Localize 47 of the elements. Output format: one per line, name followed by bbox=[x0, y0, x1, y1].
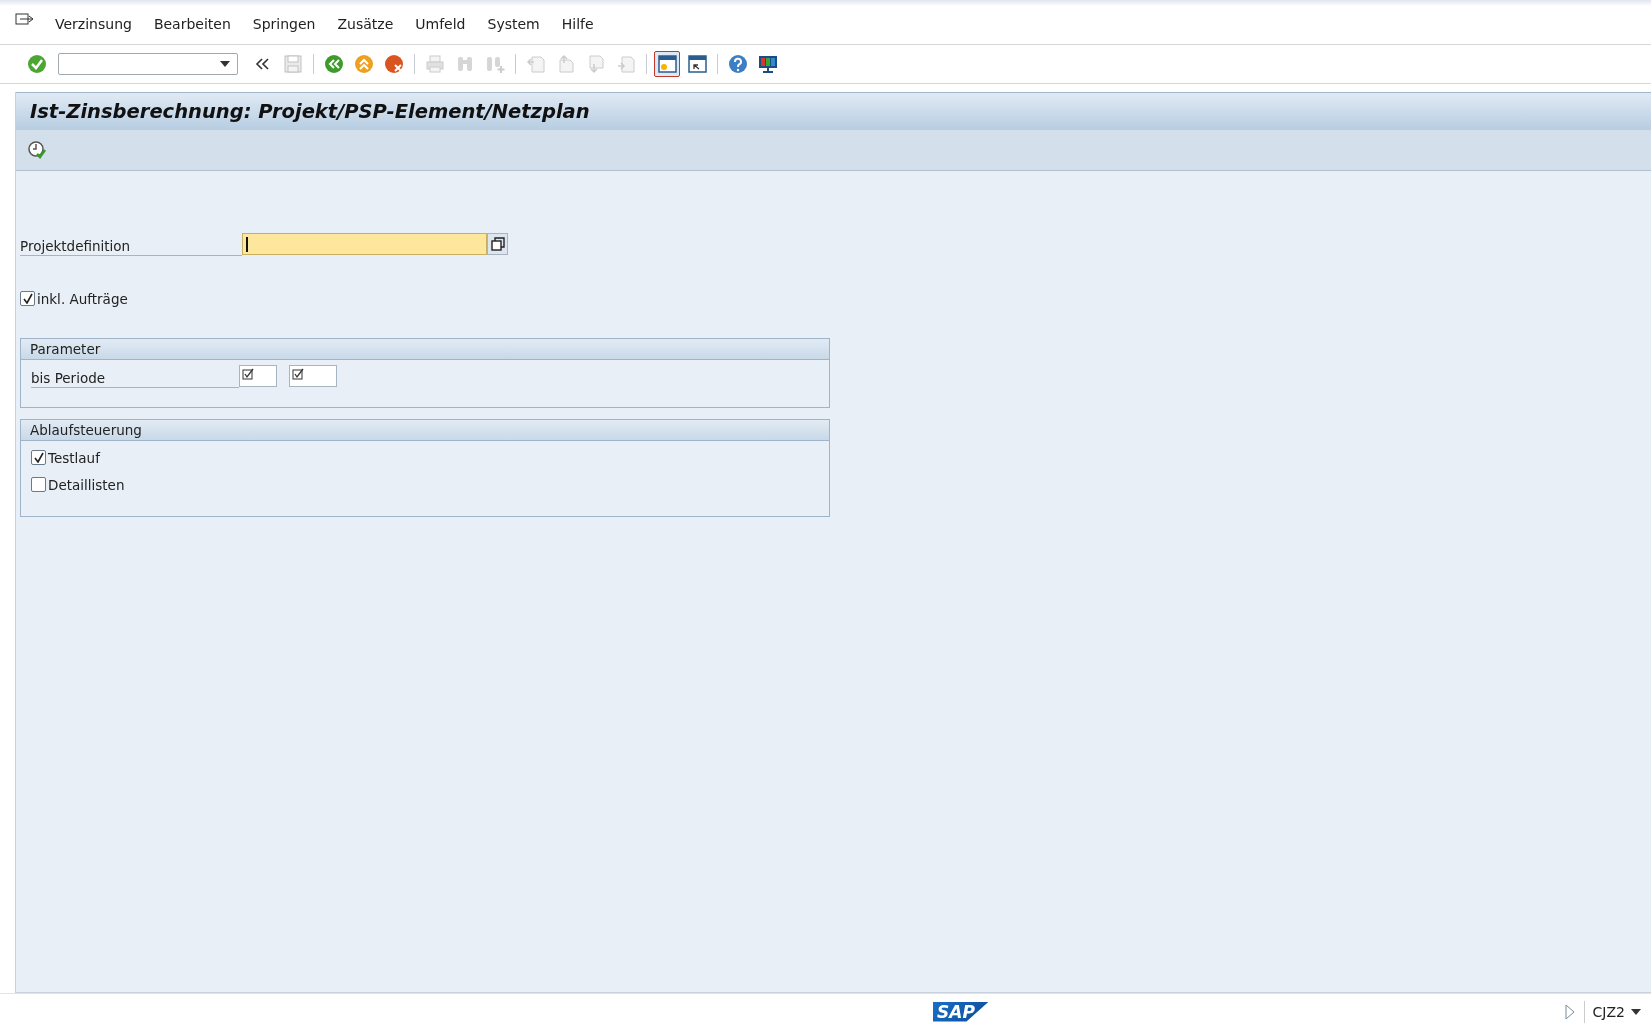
previous-page-icon bbox=[556, 54, 576, 74]
menu-item[interactable]: Verzinsung bbox=[55, 16, 132, 32]
clock-check-icon bbox=[27, 140, 47, 160]
field-label: Projektdefinition bbox=[20, 232, 242, 256]
next-page-icon bbox=[586, 54, 606, 74]
transaction-code[interactable]: CJZ2 bbox=[1592, 1003, 1625, 1020]
menu-item[interactable]: System bbox=[487, 16, 540, 32]
menu-item[interactable]: Zusätze bbox=[337, 16, 394, 32]
group-title: Parameter bbox=[30, 341, 101, 357]
field-label: bis Periode bbox=[31, 364, 239, 388]
dropdown-icon bbox=[219, 60, 231, 68]
input-field[interactable] bbox=[239, 365, 277, 387]
checkbox[interactable] bbox=[31, 477, 46, 492]
command-field[interactable] bbox=[58, 53, 238, 75]
menu-item[interactable]: Hilfe bbox=[561, 16, 594, 32]
cancel-icon bbox=[384, 54, 404, 74]
help-icon bbox=[728, 54, 748, 74]
checkbox-label: Testlauf bbox=[48, 449, 100, 466]
checkmark-icon bbox=[33, 452, 44, 463]
new-window-button[interactable] bbox=[654, 51, 680, 77]
menu-item[interactable]: Bearbeiten bbox=[153, 16, 231, 32]
exit-icon bbox=[354, 54, 374, 74]
value-help-icon bbox=[490, 237, 505, 251]
value-help-button[interactable] bbox=[487, 233, 508, 255]
dropdown-icon bbox=[1631, 1008, 1641, 1015]
new-window-icon bbox=[657, 54, 677, 74]
first-page-icon bbox=[526, 54, 546, 74]
sap-logo: SAP bbox=[933, 1001, 989, 1022]
menu-item[interactable]: Springen bbox=[252, 16, 316, 32]
checkbox[interactable] bbox=[31, 450, 46, 465]
checkbox-label: inkl. Aufträge bbox=[37, 290, 128, 307]
last-page-icon bbox=[616, 54, 636, 74]
enter-icon bbox=[27, 54, 47, 74]
shortcut-window-icon bbox=[687, 54, 707, 74]
input-field[interactable] bbox=[242, 233, 487, 255]
expand-arrow-icon bbox=[1563, 1003, 1576, 1020]
screen-title: Ist-Zinsberechnung: Projekt/PSP-Element/Netzplan bbox=[30, 100, 590, 123]
print-icon bbox=[425, 54, 445, 74]
save-icon bbox=[283, 54, 303, 74]
checkbox-label: Detaillisten bbox=[48, 476, 125, 493]
menu-item[interactable]: Umfeld bbox=[415, 16, 466, 32]
checkmark-icon bbox=[22, 293, 33, 304]
input-field[interactable] bbox=[289, 365, 337, 387]
back-icon bbox=[324, 54, 344, 74]
checkbox[interactable] bbox=[20, 291, 35, 306]
group-title: Ablaufsteuerung bbox=[30, 422, 142, 438]
monitor-icon bbox=[758, 54, 778, 74]
